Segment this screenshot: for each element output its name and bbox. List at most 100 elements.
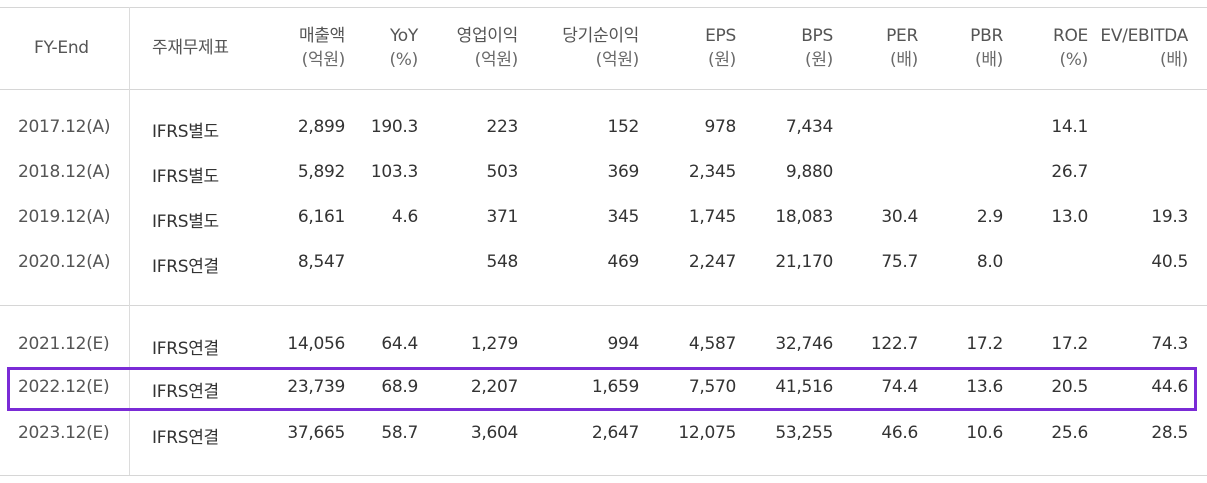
column-header-unit: (배) [1159, 50, 1188, 70]
cell-pbr: 8.0 [976, 252, 1003, 272]
table-bottom-border [0, 475, 1207, 476]
cell-ev: 28.5 [1151, 423, 1188, 443]
column-header-type: 주재무제표 [152, 36, 229, 60]
column-header-unit: (억원) [595, 50, 640, 70]
cell-fy: 2018.12(A) [18, 162, 111, 182]
column-header-label: FY-End [34, 38, 89, 58]
cell-op: 548 [486, 252, 518, 272]
cell-type: IFRS연결 [152, 339, 219, 359]
cell-per: 46.6 [881, 423, 918, 443]
column-header-label: 영업이익 [456, 26, 519, 46]
cell-fy: 2017.12(A) [18, 117, 111, 137]
cell-fy: 2019.12(A) [18, 207, 111, 227]
cell-net: 2,647 [591, 423, 639, 443]
cell-fy: 2020.12(A) [18, 252, 111, 272]
column-header-unit: (배) [974, 50, 1003, 70]
column-header-op: 영업이익 (억원) [456, 24, 519, 72]
cell-yoy: 4.6 [391, 207, 418, 227]
cell-sales: 14,056 [287, 334, 345, 354]
cell-sales: 8,547 [297, 252, 345, 272]
cell-eps: 1,745 [688, 207, 736, 227]
column-header-label: EPS [705, 26, 736, 46]
column-header-label: 당기순이익 [562, 26, 639, 46]
cell-bps: 32,746 [775, 334, 833, 354]
column-header-yoy: YoY (%) [389, 24, 418, 72]
column-header-fy: FY-End [34, 36, 89, 60]
cell-eps: 12,075 [678, 423, 736, 443]
cell-op: 223 [486, 117, 518, 137]
cell-sales: 5,892 [297, 162, 345, 182]
column-header-ev: EV/EBITDA (배) [1100, 24, 1188, 72]
cell-bps: 18,083 [775, 207, 833, 227]
column-header-unit: (%) [389, 50, 418, 70]
column-header-sales: 매출액 (억원) [299, 24, 345, 72]
column-header-bps: BPS (원) [801, 24, 833, 72]
cell-bps: 7,434 [785, 117, 833, 137]
cell-fy: 2023.12(E) [18, 423, 110, 443]
column-header-label: ROE [1052, 26, 1088, 46]
cell-type: IFRS별도 [152, 122, 219, 142]
column-header-label: EV/EBITDA [1100, 26, 1188, 46]
cell-net: 152 [607, 117, 639, 137]
cell-sales: 2,899 [297, 117, 345, 137]
cell-net: 469 [607, 252, 639, 272]
cell-roe: 13.0 [1051, 207, 1088, 227]
cell-type: IFRS연결 [152, 428, 219, 448]
column-header-unit: (억원) [301, 50, 346, 70]
cell-per: 122.7 [870, 334, 918, 354]
cell-eps: 978 [704, 117, 736, 137]
section-divider [0, 305, 1207, 306]
cell-net: 345 [607, 207, 639, 227]
cell-yoy: 58.7 [381, 423, 418, 443]
column-header-eps: EPS (원) [705, 24, 736, 72]
column-header-net: 당기순이익 (억원) [562, 24, 639, 72]
column-header-label: 주재무제표 [152, 38, 229, 58]
cell-net: 369 [607, 162, 639, 182]
cell-pbr: 2.9 [976, 207, 1003, 227]
cell-fy: 2021.12(E) [18, 334, 110, 354]
cell-pbr: 17.2 [966, 334, 1003, 354]
financial-summary-table: FY-End 주재무제표 매출액 (억원) YoY (%) 영업이익 (억원) 당기순이익 (억원… [0, 0, 1207, 483]
cell-ev: 19.3 [1151, 207, 1188, 227]
cell-net: 994 [607, 334, 639, 354]
cell-bps: 9,880 [785, 162, 833, 182]
cell-op: 503 [486, 162, 518, 182]
cell-sales: 6,161 [297, 207, 345, 227]
cell-eps: 2,345 [688, 162, 736, 182]
cell-bps: 21,170 [775, 252, 833, 272]
cell-roe: 26.7 [1051, 162, 1088, 182]
column-header-unit: (원) [707, 50, 736, 70]
column-header-label: PER [886, 26, 918, 46]
cell-per: 75.7 [881, 252, 918, 272]
column-header-unit: (억원) [474, 50, 519, 70]
cell-op: 3,604 [470, 423, 518, 443]
cell-eps: 2,247 [688, 252, 736, 272]
cell-roe: 14.1 [1051, 117, 1088, 137]
column-header-unit: (%) [1059, 50, 1088, 70]
column-header-label: PBR [970, 26, 1003, 46]
cell-bps: 53,255 [775, 423, 833, 443]
cell-ev: 40.5 [1151, 252, 1188, 272]
cell-sales: 37,665 [287, 423, 345, 443]
column-header-per: PER (배) [886, 24, 918, 72]
cell-pbr: 10.6 [966, 423, 1003, 443]
column-header-label: BPS [801, 26, 833, 46]
cell-type: IFRS별도 [152, 167, 219, 187]
cell-roe: 17.2 [1051, 334, 1088, 354]
cell-yoy: 190.3 [370, 117, 418, 137]
cell-op: 371 [486, 207, 518, 227]
cell-type: IFRS별도 [152, 212, 219, 232]
header-bottom-border [0, 89, 1207, 90]
column-header-label: YoY [389, 26, 418, 46]
cell-eps: 4,587 [688, 334, 736, 354]
highlighted-row-outline [7, 367, 1197, 411]
cell-roe: 25.6 [1051, 423, 1088, 443]
cell-type: IFRS연결 [152, 257, 219, 277]
column-header-unit: (원) [804, 50, 833, 70]
column-header-roe: ROE (%) [1053, 24, 1088, 72]
cell-yoy: 64.4 [381, 334, 418, 354]
column-header-pbr: PBR (배) [970, 24, 1003, 72]
cell-op: 1,279 [470, 334, 518, 354]
cell-yoy: 103.3 [370, 162, 418, 182]
column-header-unit: (배) [889, 50, 918, 70]
